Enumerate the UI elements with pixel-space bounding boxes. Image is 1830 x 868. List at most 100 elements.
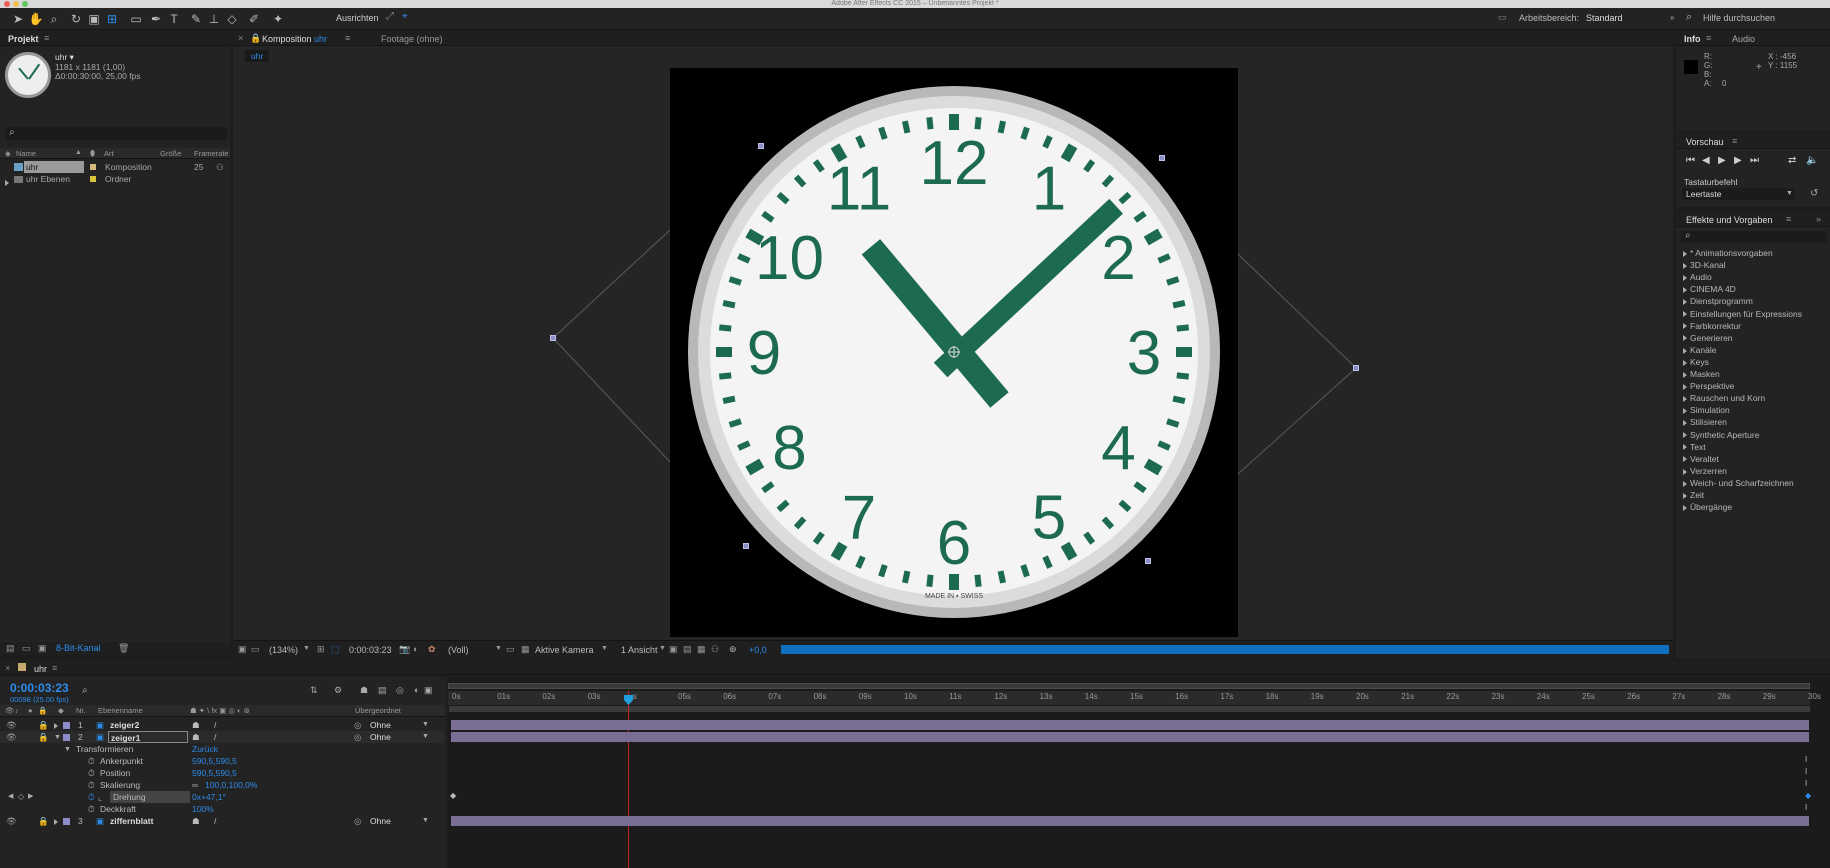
effects-category[interactable]: Simulation: [1683, 404, 1730, 416]
stopwatch-icon[interactable]: ⏱: [88, 755, 95, 767]
layer-bar[interactable]: [451, 720, 1809, 730]
col-nr[interactable]: Nr.: [76, 706, 86, 715]
column-size[interactable]: Größe: [160, 149, 181, 158]
views-select[interactable]: 1 Ansicht: [621, 645, 658, 655]
effects-category[interactable]: Perspektive: [1683, 380, 1734, 392]
layer-handle[interactable]: [1159, 155, 1165, 161]
quality-switch-icon[interactable]: /: [214, 815, 216, 827]
solo-icon[interactable]: ●: [28, 706, 33, 715]
eye-icon[interactable]: 👁: [6, 731, 17, 743]
effects-category[interactable]: Generieren: [1683, 332, 1733, 344]
selection-tool-icon[interactable]: ➤: [10, 11, 26, 27]
workspace-icon[interactable]: ▭: [1498, 12, 1507, 23]
keyframe-icon[interactable]: ◆: [1805, 791, 1811, 800]
quality-switch-icon[interactable]: /: [214, 719, 216, 731]
footage-tab[interactable]: Footage (ohne): [381, 34, 443, 44]
rectangle-tool-icon[interactable]: ▭: [128, 11, 144, 27]
property-value[interactable]: 0x+47,1°: [192, 791, 226, 803]
effects-category[interactable]: Synthetic Aperture: [1683, 429, 1759, 441]
chevron-down-icon[interactable]: ▼: [422, 731, 429, 743]
zoom-select[interactable]: (134%): [269, 645, 298, 655]
layer-row[interactable]: 👁 🔒 3 ▣ ziffernblatt ☗ / ◎ Ohne ▼: [0, 815, 445, 827]
effects-tab[interactable]: Effekte und Vorgaben: [1686, 215, 1772, 225]
effects-category[interactable]: 3D-Kanal: [1683, 259, 1725, 271]
label-color-swatch[interactable]: [63, 734, 70, 741]
expand-triangle-icon[interactable]: [1683, 359, 1687, 366]
property-value[interactable]: 100%: [192, 803, 214, 815]
chevron-down-icon[interactable]: ▼: [303, 645, 310, 652]
effects-category[interactable]: Verzerren: [1683, 465, 1727, 477]
effects-search-input[interactable]: ⌕: [1681, 230, 1827, 243]
add-keyframe-icon[interactable]: ◇: [18, 791, 24, 803]
col-layer-name[interactable]: Ebenenname: [98, 706, 143, 715]
expand-triangle-icon[interactable]: [5, 176, 12, 188]
pickwhip-icon[interactable]: ◎: [354, 731, 361, 743]
expand-panel-icon[interactable]: »: [1816, 214, 1821, 224]
panel-menu-icon[interactable]: ≡: [52, 663, 57, 673]
column-name[interactable]: Name: [16, 149, 36, 158]
chevron-down-icon[interactable]: ▼: [659, 645, 666, 652]
effects-category[interactable]: Übergänge: [1683, 501, 1732, 513]
expand-triangle-icon[interactable]: [1683, 311, 1687, 318]
frame-blending-icon[interactable]: ▤: [378, 685, 387, 696]
expand-triangle-icon[interactable]: [1683, 480, 1687, 487]
clone-stamp-tool-icon[interactable]: ⊥: [206, 11, 222, 27]
keyframe-icon[interactable]: ◆: [450, 791, 456, 800]
effects-category[interactable]: Stilisieren: [1683, 416, 1727, 428]
grid-icon[interactable]: ⊞: [317, 644, 325, 655]
layer-handle[interactable]: [1353, 365, 1359, 371]
project-tab[interactable]: Projekt: [8, 34, 39, 44]
next-frame-icon[interactable]: ▶: [1734, 155, 1742, 166]
effects-category[interactable]: Weich- und Scharfzeichnen: [1683, 477, 1794, 489]
pan-behind-tool-icon[interactable]: ⊞: [104, 11, 120, 27]
lock-icon[interactable]: 🔒: [38, 706, 47, 715]
search-icon[interactable]: ⌕: [1686, 11, 1692, 24]
effects-category[interactable]: * Animationsvorgaben: [1683, 247, 1773, 259]
monitor-icon[interactable]: ▭: [251, 644, 260, 655]
label-color-swatch[interactable]: [63, 818, 70, 825]
loop-icon[interactable]: ⇄: [1788, 155, 1796, 166]
panel-menu-icon[interactable]: ≡: [1786, 214, 1791, 224]
expand-triangle-icon[interactable]: [1683, 504, 1687, 511]
panel-menu-icon[interactable]: ≡: [1706, 33, 1711, 43]
property-row[interactable]: ⏱ Ankerpunkt 590,5,590,5: [0, 755, 445, 767]
expand-triangle-icon[interactable]: [1683, 444, 1687, 451]
shy-switch-icon[interactable]: ☗: [192, 719, 200, 731]
eye-icon[interactable]: 👁: [6, 815, 17, 827]
expand-triangle-icon[interactable]: [1683, 347, 1687, 354]
panel-menu-icon[interactable]: ≡: [345, 33, 350, 43]
chevron-down-icon[interactable]: ▼: [601, 645, 608, 652]
work-area-bar[interactable]: [448, 683, 1810, 689]
layer-handle[interactable]: [550, 335, 556, 341]
search-icon[interactable]: ⌕: [82, 685, 88, 696]
stopwatch-icon[interactable]: ⏱: [88, 767, 95, 779]
panel-menu-icon[interactable]: ≡: [1732, 136, 1737, 146]
label-color-swatch[interactable]: [90, 176, 96, 182]
timeline-timecode[interactable]: 0:00:03:23: [10, 681, 69, 695]
expand-triangle-icon[interactable]: [1683, 274, 1687, 281]
snapping-icon[interactable]: ⌖: [402, 11, 408, 22]
expand-triangle-icon[interactable]: [1683, 408, 1687, 415]
expand-triangle-icon[interactable]: [1683, 432, 1687, 439]
reset-icon[interactable]: ↺: [1810, 188, 1818, 199]
time-ruler[interactable]: [448, 691, 1810, 705]
graph-editor-icon[interactable]: ◐: [414, 685, 419, 695]
info-tab[interactable]: Info: [1684, 34, 1701, 44]
minimize-window-icon[interactable]: [13, 1, 19, 7]
expand-triangle-icon[interactable]: [1683, 287, 1687, 294]
camera-select[interactable]: Aktive Kamera: [535, 645, 594, 655]
last-frame-icon[interactable]: ⏭: [1750, 155, 1759, 166]
audio-icon[interactable]: ♪: [15, 706, 19, 715]
stopwatch-icon[interactable]: ⏱: [88, 803, 95, 815]
lock-icon[interactable]: 🔒: [38, 731, 49, 743]
layer-row[interactable]: 👁 🔒 1 ▣ zeiger2 ☗ / ◎ Ohne ▼: [0, 719, 445, 731]
lock-icon[interactable]: 🔒: [38, 815, 49, 827]
project-row-name[interactable]: uhr: [24, 161, 84, 173]
toggle-pixel-aspect-icon[interactable]: ▣: [669, 644, 678, 655]
current-time-indicator[interactable]: [628, 691, 629, 868]
property-row[interactable]: ⏱ Position 590,5,590,5: [0, 767, 445, 779]
parent-select[interactable]: Ohne: [370, 731, 391, 743]
puppet-pin-tool-icon[interactable]: ✦: [270, 11, 286, 27]
bit-depth-button[interactable]: 8-Bit-Kanal: [56, 643, 101, 653]
interpret-footage-icon[interactable]: ▤: [6, 643, 15, 654]
